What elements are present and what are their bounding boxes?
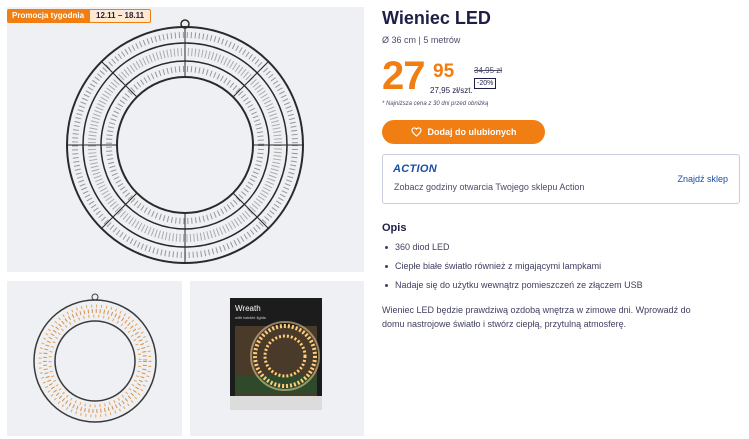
feature-item: Ciepłe białe światło również z migającym… bbox=[382, 261, 643, 280]
store-hours-text: Zobacz godziny otwarcia Twojego sklepu A… bbox=[394, 182, 585, 192]
action-logo: ACTION bbox=[393, 163, 437, 175]
feature-item: 360 diod LED bbox=[382, 242, 643, 261]
lowest-price-note: * Najniższa cena z 30 dni przed obniżką bbox=[382, 101, 489, 107]
product-subtitle: Ø 36 cm | 5 metrów bbox=[382, 35, 461, 45]
product-image-main[interactable] bbox=[7, 7, 364, 272]
wreath-image bbox=[66, 19, 304, 264]
description-text: Wieniec LED będzie prawdziwą ozdobą wnęt… bbox=[382, 305, 691, 329]
store-info-box: ACTION Zobacz godziny otwarcia Twojego s… bbox=[382, 154, 740, 204]
promo-badge: Promocja tygodnia 12.11 – 18.11 bbox=[7, 9, 152, 23]
feature-list: 360 diod LED Ciepłe białe światło równie… bbox=[382, 242, 643, 299]
unit-price: 27,95 zł/szt. bbox=[430, 86, 473, 95]
packaging-subtitle: with twinkle lights bbox=[235, 315, 266, 320]
find-store-link[interactable]: Znajdź sklep bbox=[677, 174, 728, 184]
discount-badge: -20% bbox=[474, 78, 497, 89]
heart-icon bbox=[410, 127, 422, 137]
product-thumbnail-1[interactable] bbox=[7, 281, 182, 436]
promo-label: Promocja tygodnia bbox=[7, 9, 90, 23]
description-heading: Opis bbox=[382, 222, 407, 234]
product-title: Wieniec LED bbox=[382, 8, 491, 28]
old-price: 34,95 zł bbox=[474, 66, 503, 75]
packaging-image: Wreath with twinkle lights bbox=[230, 298, 322, 410]
add-to-favorites-button[interactable]: Dodaj do ulubionych bbox=[382, 120, 545, 144]
product-thumbnail-2[interactable]: Wreath with twinkle lights bbox=[190, 281, 364, 436]
promo-dates: 12.11 – 18.11 bbox=[89, 9, 152, 23]
wreath-lit-image bbox=[33, 293, 157, 423]
price-cents: 95 bbox=[433, 61, 455, 82]
feature-item: Nadaje się do użytku wewnątrz pomieszcze… bbox=[382, 280, 643, 299]
add-to-favorites-label: Dodaj do ulubionych bbox=[427, 127, 517, 137]
price-whole: 27 bbox=[382, 54, 425, 98]
packaging-brand: Wreath bbox=[235, 304, 261, 313]
